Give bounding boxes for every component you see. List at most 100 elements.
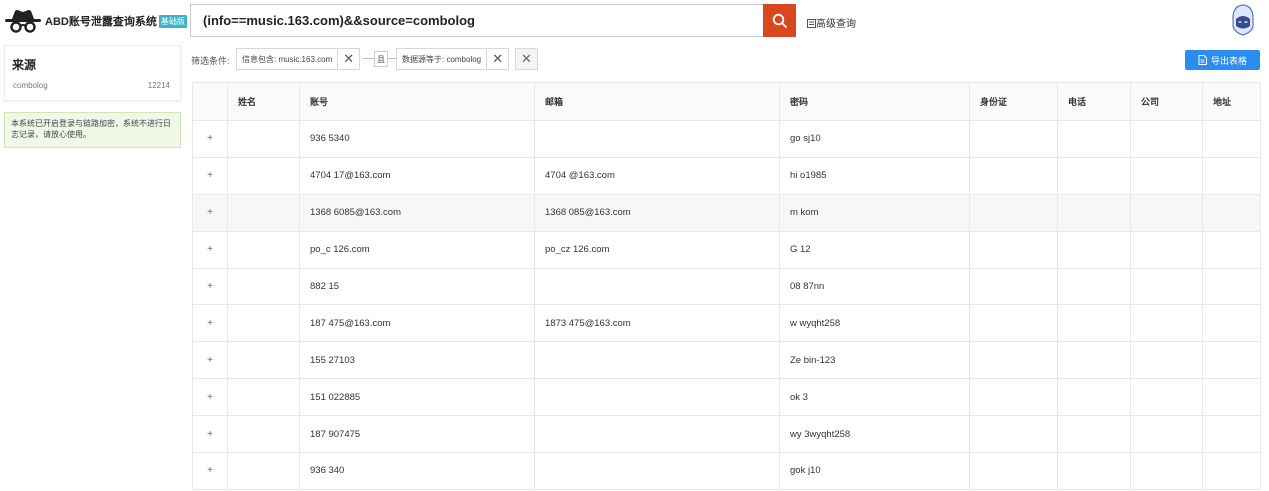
close-icon[interactable]: ✕ [486,49,508,69]
expand-row-button[interactable]: + [192,230,228,269]
cell-name [227,304,300,343]
document-icon [1198,55,1207,65]
table-row: + 187 475@163.com 1873 475@163.com w wyq… [192,304,1261,343]
cell-account: 4704 17@163.com [299,156,535,195]
filter-chip-source-text: 数据源等于: combolog [402,54,482,64]
filter-chip-info-text: 信息包含: music.163.com [242,54,333,64]
expand-row-button[interactable]: + [192,193,228,232]
edition-badge: 基础版 [158,14,187,28]
security-notice: 本系统已开启登录与链路加密，系统不进行日志记录，请放心使用。 [4,112,181,148]
search-icon [772,13,787,28]
cell-password: Ze bin-123 [779,341,970,380]
expand-row-button[interactable]: + [192,267,228,306]
col-header-email[interactable]: 邮箱 [534,82,780,121]
cell-email [534,452,780,490]
cell-email [534,120,780,158]
filter-operator[interactable]: 且 [374,51,388,67]
expand-row-button[interactable]: + [192,452,228,490]
close-icon[interactable]: ✕ [337,49,359,69]
export-label: 导出表格 [1210,55,1247,66]
expand-row-button[interactable]: + [192,156,228,195]
filter-connector [363,58,374,59]
filter-chip-source: 数据源等于: combolog ✕ [396,48,510,70]
cell-name [227,230,300,269]
col-header-password[interactable]: 密码 [779,82,970,121]
cell-account: 187 907475 [299,415,535,454]
results-table: 姓名 账号 邮箱 密码 身份证 电话 公司 地址 + 936 5340 go s… [192,82,1261,490]
cell-company [1130,120,1203,158]
col-header-company[interactable]: 公司 [1130,82,1203,121]
expand-row-button[interactable]: + [192,378,228,417]
expand-row-button[interactable]: + [192,304,228,343]
expand-row-button[interactable]: + [192,120,228,158]
source-item-name[interactable]: combolog [13,81,48,90]
cell-password: m kom [779,193,970,232]
table-row: + 1368 6085@163.com 1368 085@163.com m k… [192,193,1261,232]
cell-phone [1057,120,1131,158]
col-header-idcard[interactable]: 身份证 [969,82,1058,121]
cell-company [1130,230,1203,269]
cell-email [534,267,780,306]
advanced-search-link[interactable]: 高级查询 [807,15,856,30]
search-button[interactable] [763,4,796,37]
cell-idcard [969,452,1058,490]
cell-account: 936 340 [299,452,535,490]
col-header-expand [192,82,228,121]
cell-company [1130,193,1203,232]
table-row: + 882 15 08 87nn [192,267,1261,306]
cell-account: 882 15 [299,267,535,306]
cell-account: 1368 6085@163.com [299,193,535,232]
app-logo: ABD账号泄露查询系统 基础版 [4,8,187,34]
table-row: + 936 5340 go sj10 [192,120,1261,158]
cell-idcard [969,304,1058,343]
cell-company [1130,341,1203,380]
cell-email: 1873 475@163.com [534,304,780,343]
cell-email: po_cz 126.com [534,230,780,269]
user-avatar[interactable] [1228,4,1258,36]
cell-address [1202,230,1261,269]
cell-email [534,378,780,417]
cell-idcard [969,415,1058,454]
search-input[interactable]: (info==music.163.com)&&source=combolog [190,4,763,37]
cell-email: 1368 085@163.com [534,193,780,232]
cell-phone [1057,304,1131,343]
cell-password: gok j10 [779,452,970,490]
cell-name [227,156,300,195]
clear-filters-button[interactable]: ✕ [515,48,538,70]
cell-password: 08 87nn [779,267,970,306]
col-header-address[interactable]: 地址 [1202,82,1261,121]
cell-address [1202,341,1261,380]
cell-password: go sj10 [779,120,970,158]
incognito-logo-icon [5,10,41,33]
cell-address [1202,378,1261,417]
cell-name [227,193,300,232]
expand-row-button[interactable]: + [192,415,228,454]
cell-phone [1057,156,1131,195]
cell-address [1202,304,1261,343]
cell-company [1130,156,1203,195]
cell-phone [1057,341,1131,380]
cell-company [1130,378,1203,417]
export-table-button[interactable]: 导出表格 [1185,50,1260,70]
cell-account: 155 27103 [299,341,535,380]
cell-account: po_c 126.com [299,230,535,269]
cell-password: w wyqht258 [779,304,970,343]
cell-idcard [969,378,1058,417]
cell-name [227,341,300,380]
cell-address [1202,193,1261,232]
col-header-name[interactable]: 姓名 [227,82,300,121]
col-header-phone[interactable]: 电话 [1057,82,1131,121]
table-row: + 155 27103 Ze bin-123 [192,341,1261,380]
cell-idcard [969,193,1058,232]
source-panel: 来源 combolog 12214 [4,45,181,101]
cell-address [1202,267,1261,306]
source-item-count: 12214 [147,81,170,90]
expand-row-button[interactable]: + [192,341,228,380]
table-row: + 187 907475 wy 3wyqht258 [192,415,1261,454]
col-header-account[interactable]: 账号 [299,82,535,121]
cell-account: 936 5340 [299,120,535,158]
filter-connector [388,58,396,59]
table-row: + 4704 17@163.com 4704 @163.com hi o1985 [192,156,1261,195]
cell-name [227,452,300,490]
cell-address [1202,415,1261,454]
